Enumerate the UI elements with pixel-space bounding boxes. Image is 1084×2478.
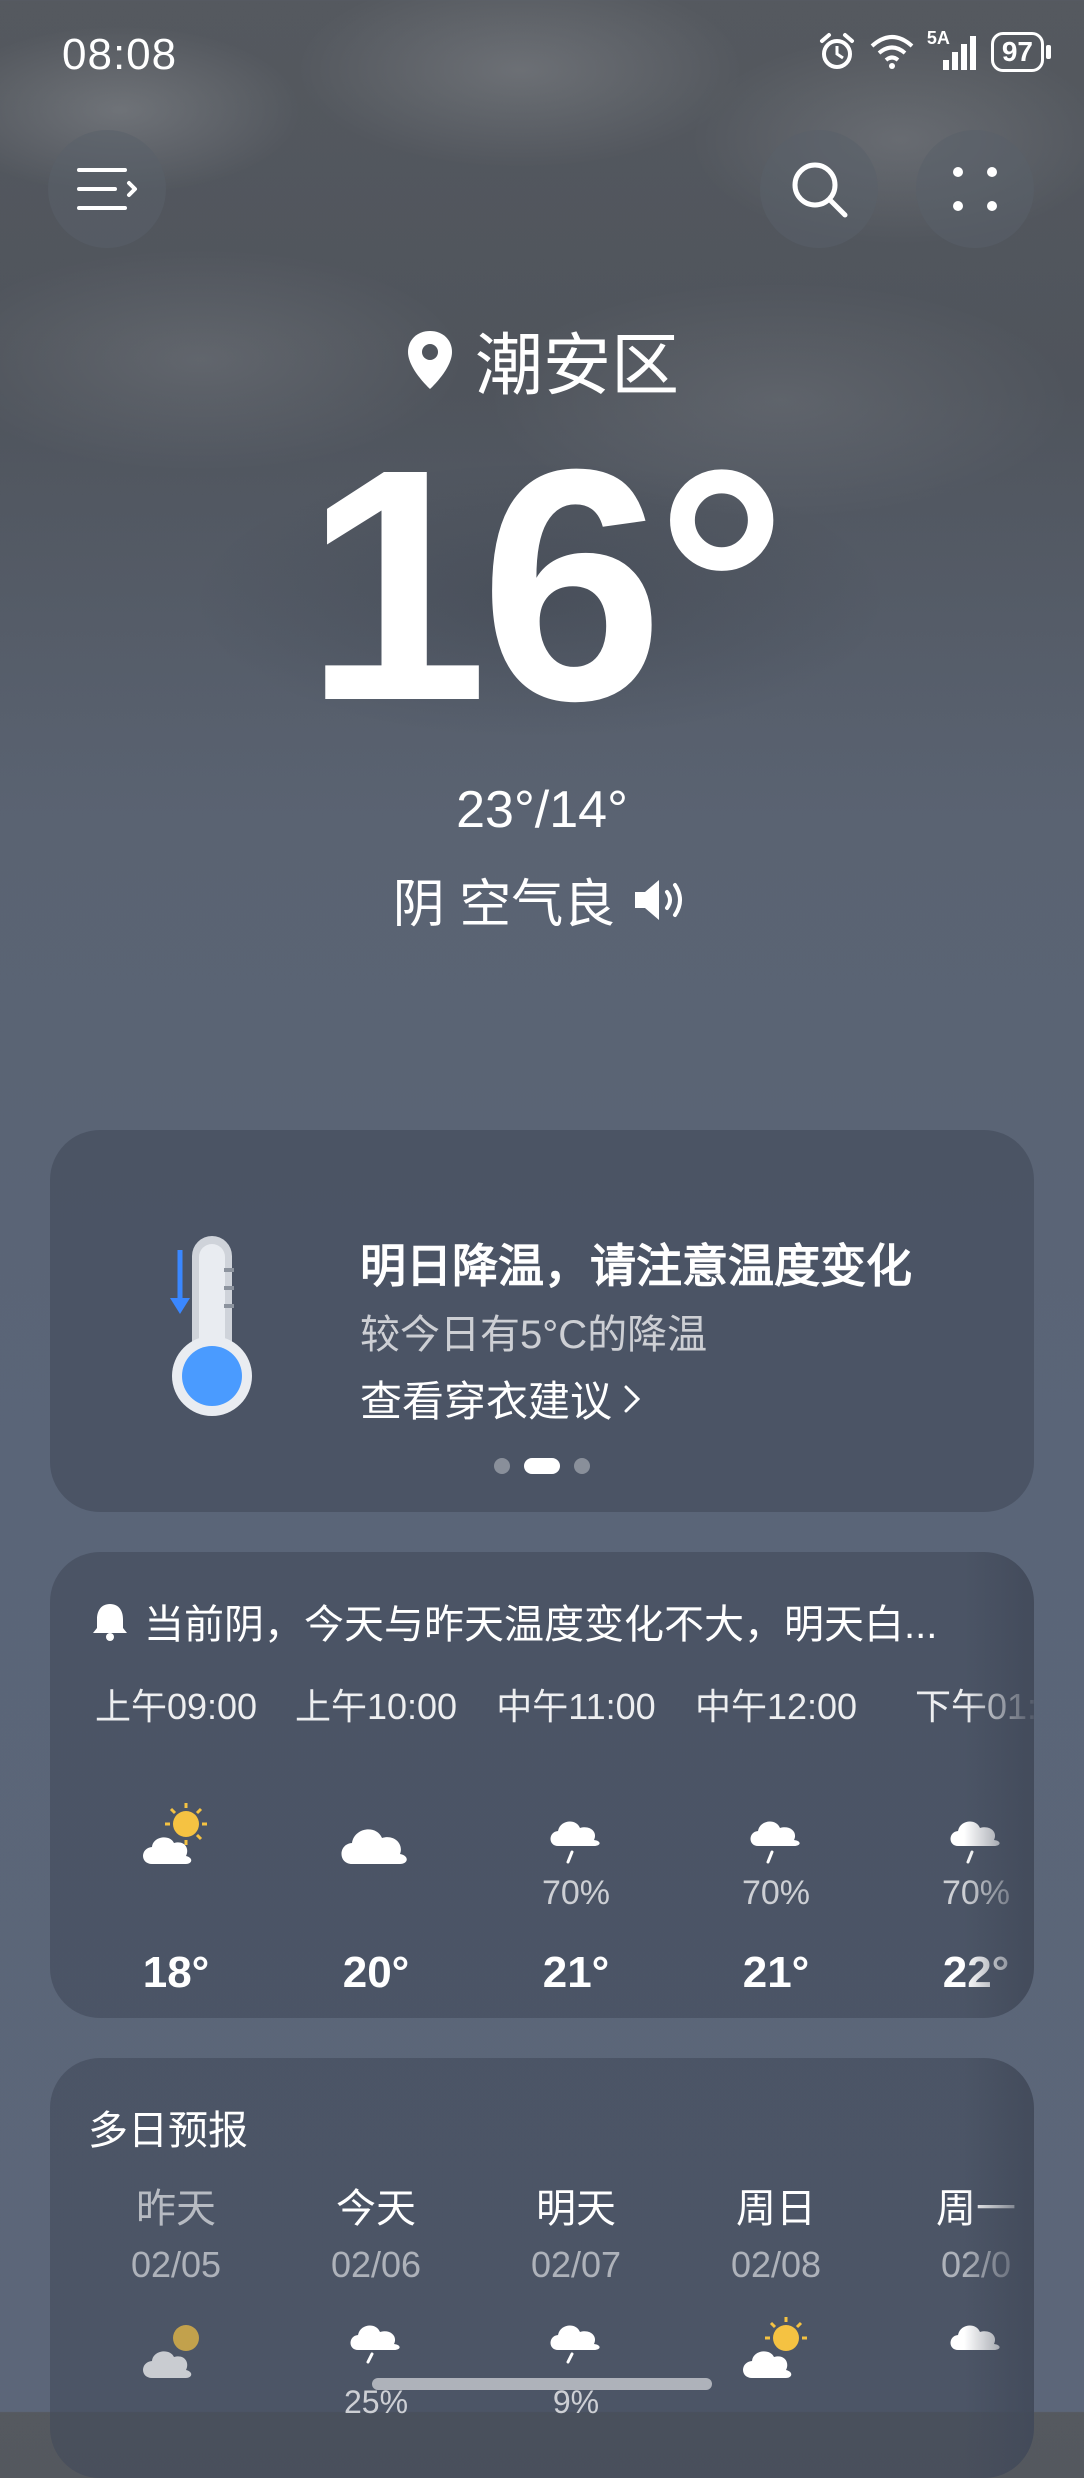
location-pin-icon — [407, 330, 452, 389]
cloud-icon — [341, 1829, 407, 1864]
carousel-dot — [574, 1458, 590, 1474]
alert-card[interactable]: 明日降温，请注意温度变化 较今日有5°C的降温 查看穿衣建议 — [50, 1130, 1034, 1512]
alarm-icon — [819, 33, 854, 69]
day-date: 02/06 — [330, 2244, 422, 2285]
menu-icon — [77, 168, 137, 210]
alert-title: 明日降温，请注意温度变化 — [360, 1240, 912, 1292]
high-low-temperature: 23°/14° — [456, 781, 628, 839]
hourly-item: 中午11:00 70% 21° — [476, 1678, 676, 1998]
day-date: 02/05 — [130, 2244, 222, 2285]
hourly-precip — [276, 1874, 476, 1918]
clothing-advice-link[interactable]: 查看穿衣建议 — [360, 1368, 642, 1429]
carousel-indicator — [50, 1458, 1034, 1474]
hourly-temp: 21° — [742, 1948, 810, 1997]
carousel-dot — [494, 1458, 510, 1474]
location-header[interactable]: 潮安区 — [0, 310, 1084, 409]
more-dots-icon — [953, 167, 997, 211]
wifi-icon — [870, 35, 914, 69]
sun-cloud-icon — [143, 2325, 199, 2378]
current-condition: 阴 空气良 — [0, 862, 1084, 937]
hourly-summary-text: 当前阴，今天与昨天温度变化不大，明天白... — [144, 1603, 938, 1647]
cloud-rain-icon — [550, 2325, 600, 2364]
alert-subtitle: 较今日有5°C的降温 — [360, 1313, 708, 1357]
thermometer-icon — [170, 1236, 252, 1416]
status-icons: 5A 97 — [817, 28, 1052, 72]
day-date: 02/07 — [530, 2244, 622, 2285]
bell-icon — [93, 1604, 127, 1641]
hourly-time: 中午11:00 — [496, 1686, 656, 1727]
hourly-precip: 70% — [741, 1874, 811, 1912]
scroll-fade — [964, 2058, 1034, 2478]
cloud-rain-icon — [350, 2325, 400, 2364]
location-name: 潮安区 — [474, 328, 679, 404]
speaker-icon[interactable] — [631, 875, 691, 925]
multi-day-title: 多日预报 — [88, 2109, 248, 2153]
search-icon — [792, 162, 848, 218]
day-item[interactable]: 昨天 02/05 — [76, 2176, 276, 2384]
multi-day-forecast-card[interactable]: 多日预报 昨天 02/05 今天 02/06 25% 明天 02/07 9% 周… — [50, 2058, 1034, 2478]
hourly-item: 上午09:00 18° — [76, 1678, 276, 1998]
hourly-item: 中午12:00 70% 21° — [676, 1678, 876, 1998]
hourly-summary: 当前阴，今天与昨天温度变化不大，明天白... — [90, 1592, 937, 1650]
cellular-signal-icon: 5A — [927, 28, 979, 72]
clothing-advice-label: 查看穿衣建议 — [360, 1378, 613, 1425]
sun-cloud-icon — [143, 1803, 207, 1864]
chevron-right-icon — [624, 1385, 641, 1412]
scroll-fade — [964, 1552, 1034, 2018]
status-time: 08:08 — [62, 30, 178, 79]
day-name: 周日 — [736, 2187, 816, 2231]
carousel-dot-active — [524, 1458, 560, 1474]
search-button[interactable] — [760, 130, 878, 248]
day-item[interactable]: 周日 02/08 — [676, 2176, 876, 2384]
hourly-temp: 18° — [142, 1948, 210, 1997]
day-date: 02/08 — [730, 2244, 822, 2285]
hourly-precip: 70% — [541, 1874, 611, 1912]
status-bar: 08:08 5A 97 — [0, 0, 1084, 110]
condition-text: 阴 空气良 — [392, 876, 616, 934]
home-indicator[interactable] — [372, 2378, 712, 2390]
hourly-time: 上午10:00 — [294, 1686, 458, 1727]
day-name: 明天 — [536, 2187, 616, 2231]
hourly-temp: 20° — [342, 1948, 410, 1997]
current-temperature: 16° — [304, 400, 787, 769]
cloud-rain-icon — [750, 1821, 800, 1864]
hourly-temp: 21° — [542, 1948, 610, 1997]
hourly-precip — [76, 1874, 276, 1918]
day-name: 昨天 — [136, 2187, 216, 2231]
day-name: 今天 — [336, 2187, 416, 2231]
sun-cloud-icon — [743, 2317, 807, 2378]
more-options-button[interactable] — [916, 130, 1034, 248]
hourly-time: 中午12:00 — [694, 1686, 858, 1727]
battery-indicator: 97 — [990, 32, 1052, 72]
hourly-forecast-card[interactable]: 当前阴，今天与昨天温度变化不大，明天白... 上午09:00 18° 上午10:… — [50, 1552, 1034, 2018]
hourly-item: 上午10:00 20° — [276, 1678, 476, 1998]
hourly-time: 上午09:00 — [94, 1686, 258, 1727]
city-list-button[interactable] — [48, 130, 166, 248]
cloud-rain-icon — [550, 1821, 600, 1864]
